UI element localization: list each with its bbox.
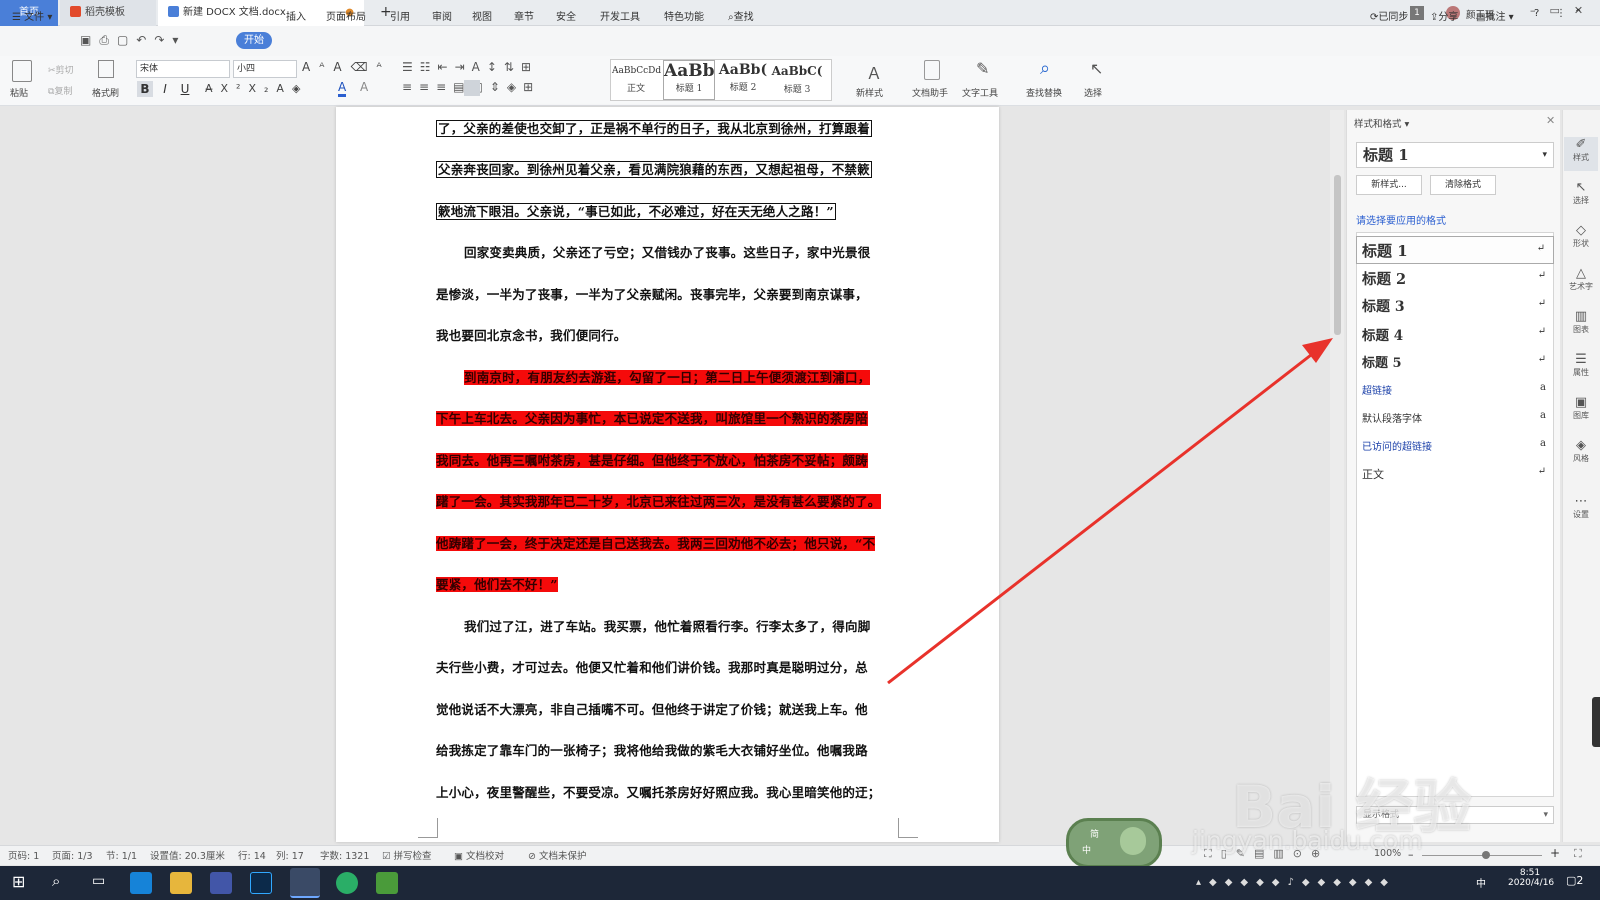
annotation-arrow xyxy=(887,338,1333,685)
arrow-shaft xyxy=(887,346,1321,685)
